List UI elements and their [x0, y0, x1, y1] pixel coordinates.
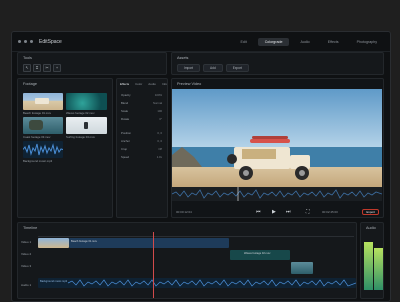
workspace-nav: Edit Colorgrade Audio Effects Photograph…	[234, 37, 385, 46]
tab-effects[interactable]: Effects	[321, 38, 346, 46]
preview-frame-image	[172, 89, 382, 187]
panel-title-audio: Audio	[366, 226, 376, 230]
clip-coast[interactable]	[291, 262, 313, 274]
footage-thumb-audio[interactable]	[23, 141, 63, 158]
property-row[interactable]: Scale 100	[121, 109, 162, 114]
scrubber-waveform-icon	[171, 187, 383, 201]
clip-label: Waves footage 02.mov	[244, 252, 271, 255]
playhead[interactable]	[153, 232, 154, 298]
property-row[interactable]: Speed 1.0x	[121, 155, 162, 160]
clip-beach-bar[interactable]: Beach footage 01.mov	[69, 238, 229, 248]
fast-forward-icon[interactable]: ⏭	[286, 209, 291, 215]
crop-tool-icon[interactable]: ⌗	[33, 64, 41, 72]
tools-panel: Tools ↖ ⌗ ✂ +	[17, 52, 167, 75]
waveform-icon	[23, 143, 63, 156]
track-label: Video 2	[21, 252, 32, 256]
panel-title-timeline: Timeline	[23, 226, 38, 230]
footage-label: Beach footage 01.mov	[23, 111, 51, 115]
track-label: Audio 1	[21, 283, 32, 287]
meter-left	[364, 242, 373, 290]
property-row[interactable]: Blend Normal	[121, 101, 162, 106]
fullscreen-icon[interactable]: ⛶	[306, 209, 310, 215]
timeline-ruler[interactable]	[38, 232, 354, 237]
title-bar: EditSpace Edit Colorgrade Audio Effects …	[12, 32, 390, 52]
timeline-panel: Timeline Video 1 Video 2 Video 3 Audio 1…	[17, 222, 357, 299]
footage-thumb-beach[interactable]	[23, 93, 63, 110]
assets-panel: Assets Import Add Export	[171, 52, 384, 75]
footage-thumb-coast[interactable]	[23, 117, 63, 134]
panel-title-preview: Preview Video	[177, 82, 202, 86]
editor-window: EditSpace Edit Colorgrade Audio Effects …	[11, 31, 391, 302]
tab-audio-props[interactable]: Audio	[148, 82, 156, 86]
import-button[interactable]: Import	[177, 64, 201, 72]
preview-scrubber[interactable]	[171, 187, 383, 201]
clip-music[interactable]: Background music.mp3	[38, 278, 356, 288]
footage-label: Surfing footage 04.mov	[66, 135, 95, 139]
tab-color-props[interactable]: Color	[135, 82, 142, 86]
property-row[interactable]: Crop Off	[121, 147, 162, 152]
tab-effects-props[interactable]: Effects	[120, 82, 129, 86]
property-row[interactable]: Opacity 100%	[121, 93, 162, 98]
panel-title-assets: Assets	[177, 56, 189, 60]
panel-title-tools: Tools	[23, 56, 32, 60]
tab-edit[interactable]: Edit	[234, 38, 254, 46]
properties-tabs: Effects Color Audio Info	[120, 82, 167, 86]
rewind-icon[interactable]: ⏮	[256, 209, 261, 215]
app-title: EditSpace	[39, 38, 62, 45]
tab-colorgrade[interactable]: Colorgrade	[257, 37, 290, 46]
preview-video[interactable]	[172, 89, 382, 187]
add-tool-icon[interactable]: +	[53, 64, 61, 72]
timecode: 00:00:12:04	[176, 210, 192, 214]
tool-icon-row: ↖ ⌗ ✂ +	[23, 64, 61, 72]
audio-waveform-icon	[67, 279, 356, 287]
property-row[interactable]: Rotate 0°	[121, 117, 162, 122]
track-label: Video 1	[21, 240, 32, 244]
cut-tool-icon[interactable]: ✂	[43, 64, 51, 72]
export-asset-button[interactable]: Export	[225, 64, 249, 72]
tab-info-props[interactable]: Info	[162, 82, 167, 86]
tab-photography[interactable]: Photography	[350, 38, 384, 46]
window-controls	[18, 40, 33, 43]
export-button[interactable]: Export	[362, 209, 379, 215]
add-button[interactable]: Add	[203, 64, 223, 72]
select-tool-icon[interactable]: ↖	[23, 64, 31, 72]
close-dot-icon[interactable]	[18, 40, 21, 43]
audio-meter-panel: Audio	[360, 222, 384, 299]
play-icon[interactable]: ▶	[272, 209, 276, 215]
properties-panel: Effects Color Audio Info Opacity 100% Ble…	[116, 78, 168, 218]
transport-bar: 00:00:12:04 ⏮ ▶ ⏭ ⛶ 00:02:45:00 Export	[172, 207, 382, 219]
footage-label: Background music.mp3	[23, 159, 53, 163]
maximize-dot-icon[interactable]	[30, 40, 33, 43]
footage-label: Waves footage 02.mov	[66, 111, 95, 115]
tab-audio[interactable]: Audio	[293, 38, 316, 46]
footage-thumb-surf[interactable]	[66, 117, 107, 134]
footage-label: Coast footage 03.mov	[23, 135, 51, 139]
property-row[interactable]: Position 0, 0	[121, 131, 162, 136]
panel-title-footage: Footage	[23, 82, 37, 86]
asset-button-row: Import Add Export	[177, 64, 249, 72]
clip-waves[interactable]: Waves footage 02.mov	[230, 250, 290, 260]
footage-thumb-waves[interactable]	[66, 93, 107, 110]
clip-beach[interactable]	[38, 238, 69, 248]
meter-right	[374, 248, 383, 290]
duration: 00:02:45:00	[322, 210, 338, 214]
track-label: Video 3	[21, 264, 32, 268]
property-row[interactable]: Anchor 0, 0	[121, 139, 162, 144]
minimize-dot-icon[interactable]	[24, 40, 27, 43]
clip-label: Beach footage 01.mov	[71, 240, 97, 243]
footage-panel: Footage Beach footage 01.mov Waves foota…	[17, 78, 113, 218]
